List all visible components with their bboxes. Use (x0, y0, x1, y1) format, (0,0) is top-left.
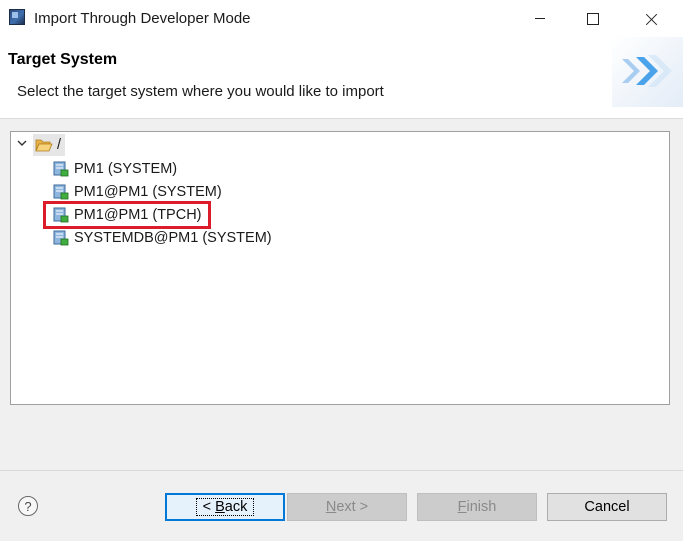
minimize-icon (535, 18, 545, 19)
tree-item-label: PM1@PM1 (TPCH) (74, 207, 202, 223)
tree-item-pm1-at-pm1-system[interactable]: PM1@PM1 (SYSTEM) (53, 181, 222, 203)
maximize-button[interactable] (570, 0, 616, 37)
page-description: Select the target system where you would… (17, 83, 384, 100)
tree-item-pm1-system[interactable]: PM1 (SYSTEM) (53, 158, 177, 180)
tree-item-pm1-at-pm1-tpch[interactable]: PM1@PM1 (TPCH) (53, 204, 202, 226)
tree-root-label: / (57, 137, 62, 153)
database-system-icon (53, 161, 69, 177)
next-button-label: Next > (325, 499, 369, 515)
back-button[interactable]: < Back (165, 493, 285, 521)
footer-divider (0, 470, 683, 471)
page-title: Target System (8, 51, 118, 68)
close-button[interactable] (629, 0, 675, 37)
window-title: Import Through Developer Mode (34, 10, 251, 27)
database-system-icon (53, 207, 69, 223)
database-system-icon (53, 230, 69, 246)
cancel-button[interactable]: Cancel (547, 493, 667, 521)
tree-root[interactable]: / (33, 134, 66, 156)
help-button[interactable]: ? (18, 496, 38, 516)
wizard-header: Target System Select the target system w… (0, 37, 683, 119)
finish-button-label: Finish (457, 499, 497, 515)
tree-item-label: PM1 (SYSTEM) (74, 161, 178, 177)
target-system-tree[interactable]: / PM1 (SYSTEM) PM1@PM1 (SYSTEM) PM1@PM1 … (10, 131, 670, 405)
title-bar: Import Through Developer Mode (0, 0, 683, 37)
tree-item-systemdb-at-pm1-system[interactable]: SYSTEMDB@PM1 (SYSTEM) (53, 227, 272, 249)
wizard-banner-icon (612, 37, 683, 107)
minimize-button[interactable] (517, 0, 563, 37)
help-icon: ? (24, 498, 32, 514)
tree-item-label: PM1@PM1 (SYSTEM) (74, 184, 222, 200)
app-icon (9, 9, 25, 25)
chevron-down-icon[interactable] (16, 137, 28, 149)
open-folder-icon (35, 139, 53, 152)
maximize-icon (587, 12, 599, 25)
back-button-label: < Back (195, 498, 255, 516)
finish-button[interactable]: Finish (417, 493, 537, 521)
tree-item-label: SYSTEMDB@PM1 (SYSTEM) (74, 230, 272, 246)
next-button[interactable]: Next > (287, 493, 407, 521)
database-system-icon (53, 184, 69, 200)
close-icon (646, 13, 658, 25)
